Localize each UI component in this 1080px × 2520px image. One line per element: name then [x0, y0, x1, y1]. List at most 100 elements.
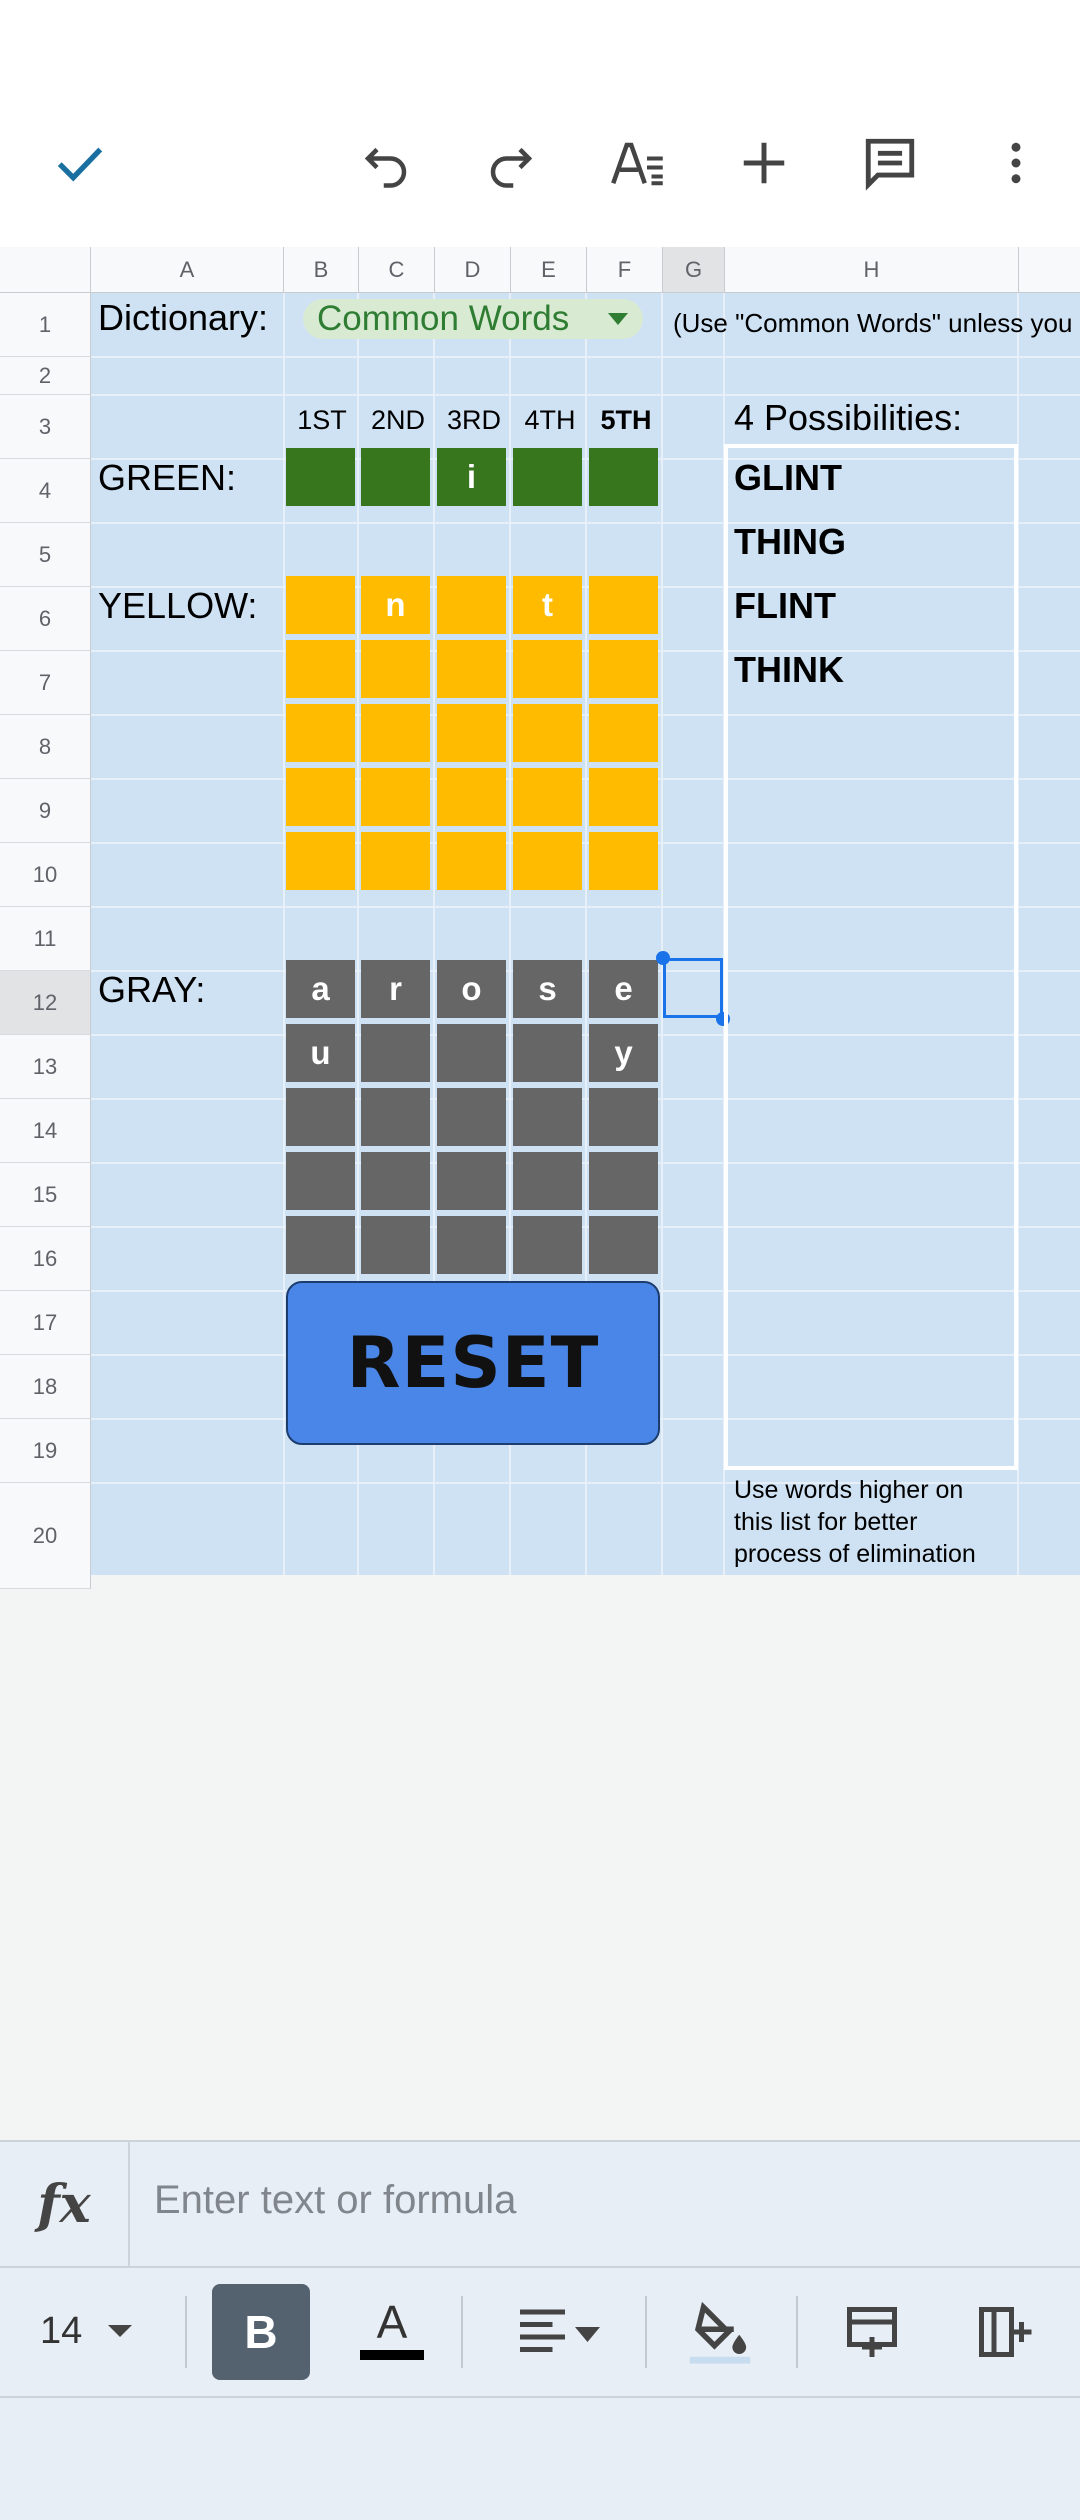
row-header-15[interactable]: 15: [0, 1163, 91, 1227]
gray-cell[interactable]: [589, 1088, 658, 1146]
yellow-cell[interactable]: [286, 832, 355, 890]
gray-cell[interactable]: [361, 1216, 430, 1274]
gray-cell[interactable]: [286, 1152, 355, 1210]
gray-cell[interactable]: [437, 1216, 506, 1274]
gray-cell[interactable]: u: [286, 1024, 355, 1082]
row-header-19[interactable]: 19: [0, 1419, 91, 1483]
yellow-cell[interactable]: [589, 768, 658, 826]
gray-cell[interactable]: [589, 1152, 658, 1210]
undo-icon[interactable]: [348, 125, 424, 201]
column-header-c[interactable]: C: [359, 247, 435, 293]
row-header-3[interactable]: 3: [0, 395, 91, 459]
gray-cell[interactable]: s: [513, 960, 582, 1018]
column-header-g[interactable]: G: [663, 247, 725, 293]
row-header-13[interactable]: 13: [0, 1035, 91, 1099]
yellow-cell[interactable]: [286, 576, 355, 634]
row-header-4[interactable]: 4: [0, 459, 91, 523]
text-format-icon[interactable]: [600, 125, 676, 201]
gray-cell[interactable]: [437, 1088, 506, 1146]
yellow-cell[interactable]: [286, 768, 355, 826]
redo-icon[interactable]: [473, 125, 549, 201]
gray-cell[interactable]: [513, 1216, 582, 1274]
row-header-20[interactable]: 20: [0, 1483, 91, 1589]
insert-column-icon[interactable]: [964, 2292, 1044, 2372]
gray-cell[interactable]: [437, 1024, 506, 1082]
gray-cell[interactable]: a: [286, 960, 355, 1018]
row-header-2[interactable]: 2: [0, 357, 91, 395]
yellow-cell[interactable]: [361, 832, 430, 890]
yellow-cell[interactable]: [513, 832, 582, 890]
gray-cell[interactable]: [361, 1152, 430, 1210]
row-header-18[interactable]: 18: [0, 1355, 91, 1419]
row-header-5[interactable]: 5: [0, 523, 91, 587]
yellow-cell[interactable]: [513, 704, 582, 762]
gray-cell[interactable]: [437, 1152, 506, 1210]
row-header-8[interactable]: 8: [0, 715, 91, 779]
row-header-14[interactable]: 14: [0, 1099, 91, 1163]
corner-header[interactable]: [0, 247, 91, 293]
column-header-b[interactable]: B: [284, 247, 359, 293]
yellow-cell[interactable]: [589, 576, 658, 634]
yellow-cell[interactable]: [361, 640, 430, 698]
gray-cell[interactable]: [513, 1088, 582, 1146]
yellow-cell[interactable]: [513, 640, 582, 698]
yellow-cell[interactable]: t: [513, 576, 582, 634]
gray-cell[interactable]: o: [437, 960, 506, 1018]
column-header-f[interactable]: F: [587, 247, 663, 293]
yellow-cell[interactable]: [589, 640, 658, 698]
row-header-6[interactable]: 6: [0, 587, 91, 651]
fill-color-icon[interactable]: [680, 2292, 760, 2372]
column-header-e[interactable]: E: [511, 247, 587, 293]
green-cell[interactable]: [361, 448, 430, 506]
more-vert-icon[interactable]: [978, 125, 1054, 201]
row-header-12[interactable]: 12: [0, 971, 91, 1035]
yellow-cell[interactable]: [589, 704, 658, 762]
row-header-7[interactable]: 7: [0, 651, 91, 715]
gray-cell[interactable]: [513, 1152, 582, 1210]
row-header-1[interactable]: 1: [0, 293, 91, 357]
fx-icon[interactable]: fx: [0, 2142, 130, 2266]
gray-cell[interactable]: [286, 1088, 355, 1146]
bold-button[interactable]: B: [212, 2284, 310, 2380]
gray-cell[interactable]: [361, 1088, 430, 1146]
formula-input[interactable]: Enter text or formula: [154, 2178, 516, 2223]
font-size-select[interactable]: 14: [40, 2306, 134, 2356]
green-cell[interactable]: [286, 448, 355, 506]
gray-cell[interactable]: r: [361, 960, 430, 1018]
gray-cell[interactable]: [286, 1216, 355, 1274]
plus-icon[interactable]: [726, 125, 802, 201]
yellow-cell[interactable]: [437, 832, 506, 890]
row-header-16[interactable]: 16: [0, 1227, 91, 1291]
text-color-button[interactable]: A: [352, 2294, 432, 2374]
gray-cell[interactable]: [589, 1216, 658, 1274]
yellow-cell[interactable]: [589, 832, 658, 890]
row-header-11[interactable]: 11: [0, 907, 91, 971]
yellow-cell[interactable]: [437, 640, 506, 698]
row-header-17[interactable]: 17: [0, 1291, 91, 1355]
column-header-a[interactable]: A: [91, 247, 284, 293]
yellow-cell[interactable]: [361, 768, 430, 826]
align-left-icon[interactable]: [510, 2292, 610, 2372]
green-cell[interactable]: [589, 448, 658, 506]
column-header-i[interactable]: [1019, 247, 1080, 293]
selection-handle-top[interactable]: [656, 951, 670, 965]
reset-button[interactable]: RESET: [286, 1281, 660, 1445]
insert-row-icon[interactable]: [832, 2292, 912, 2372]
yellow-cell[interactable]: [437, 768, 506, 826]
row-header-9[interactable]: 9: [0, 779, 91, 843]
yellow-cell[interactable]: [286, 640, 355, 698]
yellow-cell[interactable]: [513, 768, 582, 826]
green-cell[interactable]: [513, 448, 582, 506]
yellow-cell[interactable]: [286, 704, 355, 762]
gray-cell[interactable]: [361, 1024, 430, 1082]
yellow-cell[interactable]: [437, 576, 506, 634]
column-header-h[interactable]: H: [725, 247, 1019, 293]
yellow-cell[interactable]: n: [361, 576, 430, 634]
green-cell[interactable]: i: [437, 448, 506, 506]
gray-cell[interactable]: e: [589, 960, 658, 1018]
dictionary-dropdown[interactable]: Common Words: [303, 299, 643, 339]
yellow-cell[interactable]: [437, 704, 506, 762]
gray-cell[interactable]: y: [589, 1024, 658, 1082]
comment-icon[interactable]: [852, 125, 928, 201]
yellow-cell[interactable]: [361, 704, 430, 762]
